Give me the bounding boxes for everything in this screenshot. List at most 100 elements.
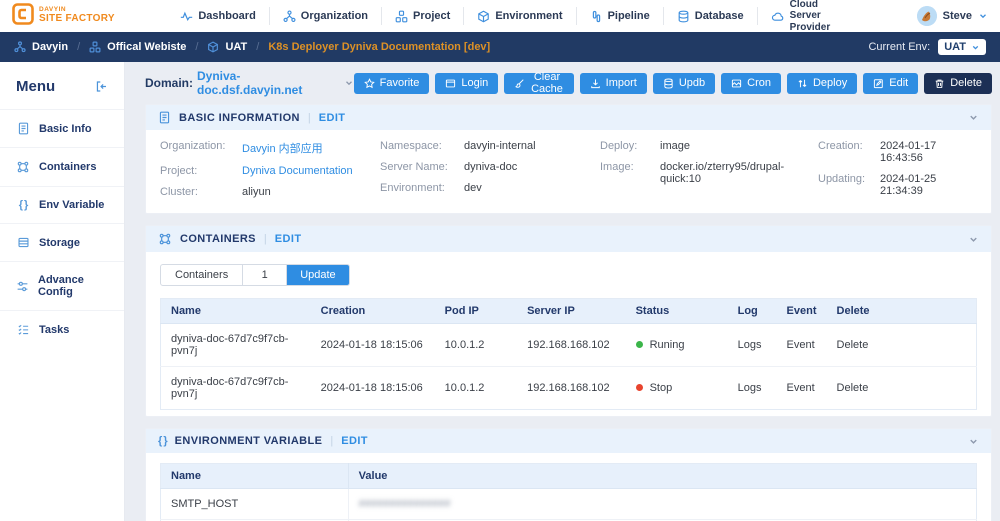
database-icon (663, 78, 674, 89)
avatar (917, 6, 937, 26)
sidebar-item-basic-info[interactable]: Basic Info (0, 109, 124, 147)
nav-item-environment[interactable]: Environment (463, 7, 575, 25)
logs-link[interactable]: Logs (728, 324, 777, 367)
nav-item-database[interactable]: Database (663, 7, 757, 25)
breadcrumb-item-current: K8s Deployer Dyniva Documentation [dev] (268, 41, 490, 53)
table-header-row: Name Creation Pod IP Server IP Status Lo… (161, 299, 977, 324)
sidebar-item-advance-config[interactable]: Advance Config (0, 261, 124, 310)
clear-cache-button[interactable]: Clear Cache (504, 73, 573, 94)
deploy-button[interactable]: Deploy (787, 73, 857, 94)
event-link[interactable]: Event (777, 324, 827, 367)
chevron-down-icon (971, 43, 980, 52)
section-title: ENVIRONMENT VARIABLE (175, 435, 323, 447)
collapse-sidebar-icon[interactable] (95, 80, 108, 93)
breadcrumb-item-davyin[interactable]: Davyin (14, 41, 68, 53)
sidebar-item-tasks[interactable]: Tasks (0, 310, 124, 348)
column-header: Event (777, 299, 827, 324)
namespace-value: davyin-internal (464, 140, 536, 152)
field-label: Project: (160, 165, 242, 177)
nav-item-organization[interactable]: Organization (269, 7, 381, 25)
nav-item-project[interactable]: Project (381, 7, 463, 25)
window-icon (445, 78, 456, 89)
user-menu[interactable]: Steve (902, 6, 988, 26)
main-content: Domain: Dyniva-doc.dsf.davyin.net Favori… (125, 62, 1000, 521)
tasks-icon (16, 323, 30, 336)
creation-value: 2024-01-17 16:43:56 (880, 140, 977, 164)
delete-link[interactable]: Delete (827, 324, 977, 367)
current-env-value: UAT (944, 41, 966, 53)
brush-icon (514, 78, 525, 89)
updb-button[interactable]: Updb (653, 73, 715, 94)
pod-name-link[interactable]: dyniva-doc-67d7c9f7cb-pvn7j (161, 324, 311, 367)
pod-name-link[interactable]: dyniva-doc-67d7c9f7cb-pvn7j (161, 367, 311, 410)
nav-label: Pipeline (608, 10, 650, 22)
delete-button[interactable]: Delete (924, 73, 992, 94)
column-header: Status (626, 299, 728, 324)
column-header: Value (348, 464, 976, 489)
containers-update-button[interactable]: Update (287, 265, 348, 285)
divider: | (264, 233, 267, 245)
favorite-button[interactable]: Favorite (354, 73, 430, 94)
column-header: Creation (311, 299, 435, 324)
sidebar: Menu Basic Info Containers { } Env Varia… (0, 62, 125, 521)
edit-button[interactable]: Edit (863, 73, 918, 94)
current-env-select[interactable]: UAT (938, 39, 986, 55)
breadcrumb-item-uat[interactable]: UAT (207, 41, 247, 53)
nav-item-pipeline[interactable]: Pipeline (576, 7, 663, 25)
divider: | (308, 112, 311, 124)
login-button[interactable]: Login (435, 73, 498, 94)
import-button[interactable]: Import (580, 73, 647, 94)
sidebar-item-storage[interactable]: Storage (0, 223, 124, 261)
button-label: Login (461, 77, 488, 89)
delete-link[interactable]: Delete (827, 367, 977, 410)
storage-icon (16, 236, 30, 249)
server-name-value: dyniva-doc (464, 161, 517, 173)
collapse-section-icon[interactable] (968, 436, 979, 447)
cluster-value: aliyun (242, 186, 271, 198)
env-vars-table: Name Value SMTP_HOST ############### SMT… (160, 463, 977, 521)
field-label: Image: (600, 161, 660, 185)
chevron-down-icon[interactable] (344, 78, 354, 88)
download-icon (590, 78, 601, 89)
nav-item-dashboard[interactable]: Dashboard (167, 7, 268, 25)
sidebar-item-label: Containers (39, 161, 96, 173)
breadcrumb-item-offical-webiste[interactable]: Offical Webiste (89, 41, 186, 53)
nav-label: Project (413, 10, 450, 22)
sidebar-item-env-variable[interactable]: { } Env Variable (0, 186, 124, 223)
domain-label: Domain: (145, 76, 193, 90)
button-label: Deploy (813, 77, 847, 89)
containers-table: Name Creation Pod IP Server IP Status Lo… (160, 298, 977, 410)
sidebar-item-label: Env Variable (39, 199, 104, 211)
sidebar-item-label: Tasks (39, 324, 69, 336)
organization-link[interactable]: Davyin 内部应用 (242, 140, 323, 156)
app-logo[interactable]: DAVYIN SITE FACTORY (12, 3, 130, 30)
nav-item-cloud-server-provider[interactable]: Cloud Server Provider (757, 7, 865, 25)
env-vars-edit-link[interactable]: EDIT (341, 435, 368, 447)
column-header: Name (161, 299, 311, 324)
collapse-section-icon[interactable] (968, 234, 979, 245)
env-var-value: ############### (348, 489, 976, 520)
environment-value: dev (464, 182, 482, 194)
frame-icon (731, 78, 742, 89)
domain-value[interactable]: Dyniva-doc.dsf.davyin.net (197, 69, 337, 97)
project-link[interactable]: Dyniva Documentation (242, 165, 353, 177)
event-link[interactable]: Event (777, 367, 827, 410)
collapse-section-icon[interactable] (968, 112, 979, 123)
containers-count-input[interactable] (243, 265, 287, 285)
braces-icon: { } (16, 199, 30, 211)
breadcrumb-bar: Davyin / Offical Webiste / UAT / K8s Dep… (0, 32, 1000, 62)
pipeline-icon (590, 10, 603, 23)
status-dot-green (636, 341, 643, 348)
basic-information-card: BASIC INFORMATION | EDIT Organization:Da… (145, 104, 992, 214)
cron-button[interactable]: Cron (721, 73, 781, 94)
divider: | (330, 435, 333, 447)
column-header: Pod IP (435, 299, 517, 324)
sidebar-item-containers[interactable]: Containers (0, 147, 124, 186)
logs-link[interactable]: Logs (728, 367, 777, 410)
containers-edit-link[interactable]: EDIT (275, 233, 302, 245)
sidebar-item-label: Basic Info (39, 123, 92, 135)
nav-label: Organization (301, 10, 368, 22)
basic-info-edit-link[interactable]: EDIT (319, 112, 346, 124)
section-title: CONTAINERS (180, 233, 256, 245)
image-value: docker.io/zterry95/drupal-quick:10 (660, 161, 818, 185)
